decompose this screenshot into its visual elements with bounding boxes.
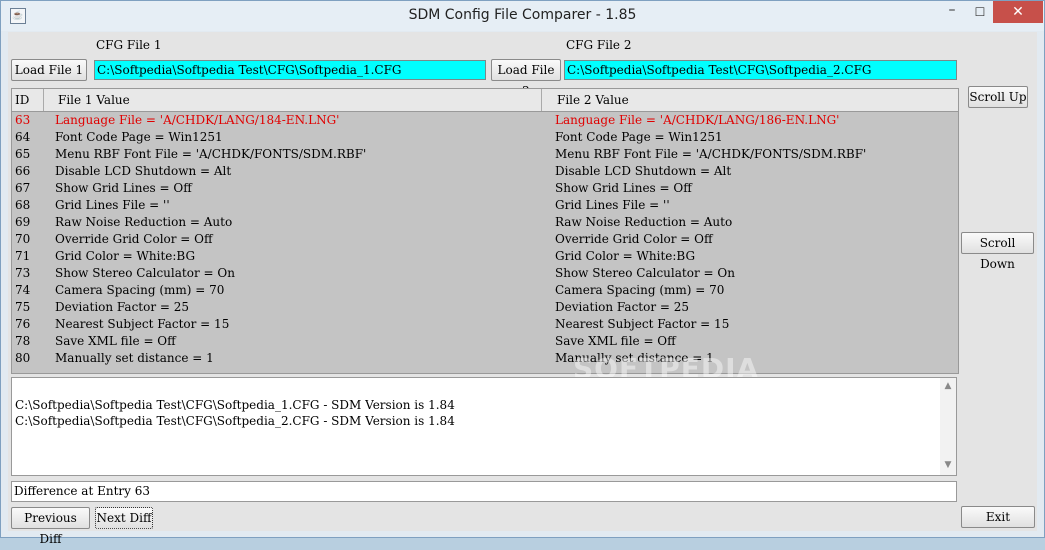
- window-title: SDM Config File Comparer - 1.85: [408, 7, 637, 23]
- main-panel: CFG File 1 CFG File 2 Load File 1 C:\Sof…: [8, 32, 1037, 546]
- log-scrollbar[interactable]: ▲ ▼: [940, 378, 956, 475]
- cell-file-2-value: Raw Noise Reduction = Auto: [555, 215, 733, 229]
- cell-file-1-value: Deviation Factor = 25: [55, 300, 190, 314]
- title-bar: ☕ SDM Config File Comparer - 1.85 – ☐ ✕: [1, 1, 1044, 31]
- exit-button[interactable]: Exit: [961, 506, 1035, 528]
- log-area[interactable]: C:\Softpedia\Softpedia Test\CFG\Softpedi…: [11, 377, 957, 476]
- table-row[interactable]: 78 Save XML file = Off Save XML file = Off: [12, 333, 958, 350]
- cell-id: 68: [15, 198, 31, 212]
- cell-file-1-value: Menu RBF Font File = 'A/CHDK/FONTS/SDM.R…: [55, 147, 367, 161]
- file-2-path-field[interactable]: C:\Softpedia\Softpedia Test\CFG\Softpedi…: [564, 60, 957, 80]
- table-row[interactable]: 67 Show Grid Lines = Off Show Grid Lines =…: [12, 180, 958, 197]
- table-row[interactable]: 70 Override Grid Color = Off Override Grid…: [12, 231, 958, 248]
- cell-file-1-value: Nearest Subject Factor = 15: [55, 317, 230, 331]
- load-file-1-button[interactable]: Load File 1: [11, 59, 87, 81]
- cell-file-1-value: Raw Noise Reduction = Auto: [55, 215, 233, 229]
- cell-id: 71: [15, 249, 31, 263]
- load-file-2-button[interactable]: Load File 2: [491, 59, 561, 98]
- cell-id: 78: [15, 334, 31, 348]
- cell-file-2-value: Grid Lines File = '': [555, 198, 670, 212]
- table-row[interactable]: 74 Camera Spacing (mm) = 70 Camera Spacing…: [12, 282, 958, 299]
- table-row[interactable]: 63 Language File = 'A/CHDK/LANG/184-EN.LN…: [12, 112, 958, 129]
- cell-file-2-value: Show Grid Lines = Off: [555, 181, 692, 195]
- previous-diff-button[interactable]: Previous Diff: [11, 507, 90, 546]
- table-row[interactable]: 80 Manually set distance = 1 Manually set …: [12, 350, 958, 367]
- table-row[interactable]: 69 Raw Noise Reduction = Auto Raw Noise Re…: [12, 214, 958, 231]
- table-row[interactable]: 73 Show Stereo Calculator = On Show Stereo…: [12, 265, 958, 282]
- cell-id: 73: [15, 266, 31, 280]
- cell-file-1-value: Grid Color = White:BG: [55, 249, 196, 263]
- table-header: ID File 1 Value File 2 Value: [12, 89, 958, 112]
- cell-file-2-value: Nearest Subject Factor = 15: [555, 317, 730, 331]
- cell-id: 64: [15, 130, 31, 144]
- cell-id: 75: [15, 300, 31, 314]
- cell-file-2-value: Override Grid Color = Off: [555, 232, 713, 246]
- scroll-down-arrow-icon[interactable]: ▼: [942, 460, 954, 470]
- cell-file-2-value: Disable LCD Shutdown = Alt: [555, 164, 732, 178]
- compare-table[interactable]: ID File 1 Value File 2 Value 63 Language …: [11, 88, 959, 374]
- cell-id: 70: [15, 232, 31, 246]
- cell-file-1-value: Manually set distance = 1: [55, 351, 214, 365]
- cell-file-2-value: Show Stereo Calculator = On: [555, 266, 735, 280]
- close-icon[interactable]: ✕: [993, 1, 1043, 23]
- cell-file-2-value: Save XML file = Off: [555, 334, 676, 348]
- next-diff-button[interactable]: Next Diff: [95, 507, 153, 529]
- table-row[interactable]: 64 Font Code Page = Win1251 Font Code Page…: [12, 129, 958, 146]
- cfg-file-1-header: CFG File 1: [96, 38, 162, 52]
- cell-file-1-value: Camera Spacing (mm) = 70: [55, 283, 225, 297]
- column-header-file-2[interactable]: File 2 Value: [542, 89, 958, 111]
- app-window: ☕ SDM Config File Comparer - 1.85 – ☐ ✕ …: [0, 0, 1045, 546]
- cell-id: 74: [15, 283, 31, 297]
- cell-file-2-value: Camera Spacing (mm) = 70: [555, 283, 725, 297]
- cell-file-1-value: Show Grid Lines = Off: [55, 181, 192, 195]
- cell-file-2-value: Language File = 'A/CHDK/LANG/186-EN.LNG': [555, 113, 840, 127]
- log-line: C:\Softpedia\Softpedia Test\CFG\Softpedi…: [15, 398, 455, 412]
- minimize-icon[interactable]: –: [938, 1, 966, 23]
- cell-file-1-value: Override Grid Color = Off: [55, 232, 213, 246]
- cell-file-1-value: Grid Lines File = '': [55, 198, 170, 212]
- table-row[interactable]: 66 Disable LCD Shutdown = Alt Disable LCD …: [12, 163, 958, 180]
- cfg-file-2-header: CFG File 2: [566, 38, 632, 52]
- cell-file-1-value: Language File = 'A/CHDK/LANG/184-EN.LNG': [55, 113, 340, 127]
- file-1-path-field[interactable]: C:\Softpedia\Softpedia Test\CFG\Softpedi…: [94, 60, 486, 80]
- table-row[interactable]: 76 Nearest Subject Factor = 15 Nearest Sub…: [12, 316, 958, 333]
- cell-file-1-value: Font Code Page = Win1251: [55, 130, 223, 144]
- column-header-file-1[interactable]: File 1 Value: [44, 89, 542, 111]
- table-row[interactable]: 68 Grid Lines File = '' Grid Lines File = …: [12, 197, 958, 214]
- cell-id: 65: [15, 147, 31, 161]
- cell-file-1-value: Disable LCD Shutdown = Alt: [55, 164, 232, 178]
- cell-id: 80: [15, 351, 31, 365]
- cell-file-2-value: Deviation Factor = 25: [555, 300, 690, 314]
- cell-file-2-value: Grid Color = White:BG: [555, 249, 696, 263]
- cell-id: 66: [15, 164, 31, 178]
- cell-id: 67: [15, 181, 31, 195]
- table-row[interactable]: 75 Deviation Factor = 25 Deviation Factor …: [12, 299, 958, 316]
- table-row[interactable]: 65 Menu RBF Font File = 'A/CHDK/FONTS/SDM…: [12, 146, 958, 163]
- status-field: Difference at Entry 63: [11, 481, 957, 502]
- cell-file-2-value: Font Code Page = Win1251: [555, 130, 723, 144]
- cell-id: 76: [15, 317, 31, 331]
- cell-file-2-value: Menu RBF Font File = 'A/CHDK/FONTS/SDM.R…: [555, 147, 867, 161]
- cell-file-1-value: Show Stereo Calculator = On: [55, 266, 235, 280]
- scroll-up-button[interactable]: Scroll Up: [968, 86, 1028, 108]
- cell-file-1-value: Save XML file = Off: [55, 334, 176, 348]
- table-row[interactable]: 71 Grid Color = White:BG Grid Color = Whit…: [12, 248, 958, 265]
- cell-id: 69: [15, 215, 31, 229]
- scroll-up-arrow-icon[interactable]: ▲: [942, 381, 954, 391]
- column-header-id[interactable]: ID: [12, 89, 44, 111]
- maximize-icon[interactable]: ☐: [967, 1, 993, 23]
- scroll-down-button[interactable]: Scroll Down: [961, 232, 1034, 271]
- cell-id: 63: [15, 113, 31, 127]
- log-line: C:\Softpedia\Softpedia Test\CFG\Softpedi…: [15, 414, 455, 428]
